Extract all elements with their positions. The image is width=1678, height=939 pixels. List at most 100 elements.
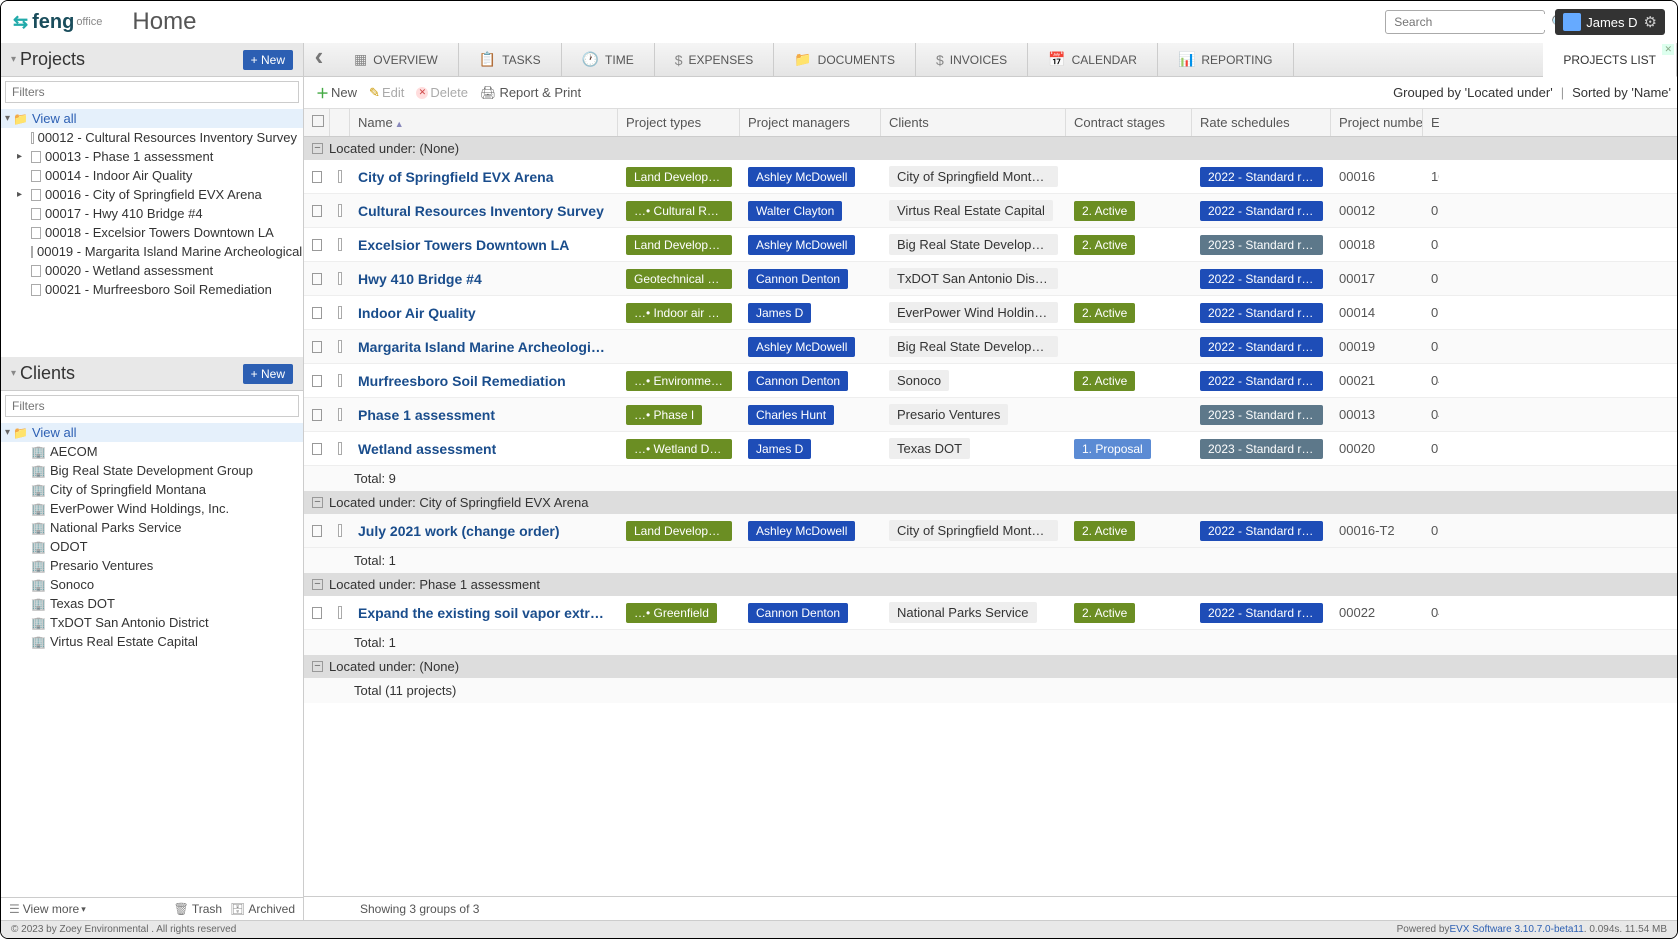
project-link[interactable]: Cultural Resources Inventory Survey xyxy=(358,203,604,219)
col-number[interactable]: Project number xyxy=(1331,109,1423,136)
client-tree-item[interactable]: 🏢ODOT xyxy=(1,537,303,556)
row-checkbox[interactable] xyxy=(312,607,322,619)
rate-tag[interactable]: 2022 - Standard rates xyxy=(1200,167,1323,187)
new-client-button[interactable]: + New xyxy=(243,364,293,384)
group-header[interactable]: −Located under: (None) xyxy=(304,137,1677,160)
client-tree-item[interactable]: 🏢National Parks Service xyxy=(1,518,303,537)
client-tag[interactable]: National Parks Service xyxy=(889,602,1037,623)
project-link[interactable]: Expand the existing soil vapor extractio… xyxy=(358,605,610,621)
row-checkbox[interactable] xyxy=(312,409,322,421)
row-checkbox[interactable] xyxy=(312,239,322,251)
report-print-button[interactable]: 🖨Report & Print xyxy=(474,83,587,103)
archived-button[interactable]: 🗄Archived xyxy=(230,902,295,916)
client-tree-item[interactable]: 🏢Big Real State Development Group xyxy=(1,461,303,480)
tab-calendar[interactable]: 📅CALENDAR xyxy=(1028,43,1158,76)
table-row[interactable]: Murfreesboro Soil Remediation…• Environm… xyxy=(304,364,1677,398)
client-tag[interactable]: Big Real State Development Grou xyxy=(889,336,1058,357)
project-link[interactable]: Wetland assessment xyxy=(358,441,496,457)
project-tree-item[interactable]: ▸00013 - Phase 1 assessment xyxy=(1,147,303,166)
manager-tag[interactable]: Cannon Denton xyxy=(748,603,848,623)
search-box[interactable]: 🔍 xyxy=(1385,10,1545,34)
table-row[interactable]: Margarita Island Marine Archeological Su… xyxy=(304,330,1677,364)
rate-tag[interactable]: 2022 - Standard rates xyxy=(1200,303,1323,323)
edit-button[interactable]: ✎Edit xyxy=(363,83,410,103)
col-clients[interactable]: Clients xyxy=(881,109,1066,136)
row-checkbox[interactable] xyxy=(312,341,322,353)
manager-tag[interactable]: Ashley McDowell xyxy=(748,521,855,541)
table-row[interactable]: Expand the existing soil vapor extractio… xyxy=(304,596,1677,630)
rate-tag[interactable]: 2022 - Standard rates xyxy=(1200,603,1323,623)
projects-filter-input[interactable] xyxy=(5,81,299,103)
project-tree-item[interactable]: 00019 - Margarita Island Marine Archeolo… xyxy=(1,242,303,261)
client-tag[interactable]: Presario Ventures xyxy=(889,404,1008,425)
table-row[interactable]: July 2021 work (change order)Land Develo… xyxy=(304,514,1677,548)
col-stages[interactable]: Contract stages xyxy=(1066,109,1192,136)
table-row[interactable]: Excelsior Towers Downtown LALand Develop… xyxy=(304,228,1677,262)
row-checkbox[interactable] xyxy=(312,273,322,285)
tab-tasks[interactable]: 📋TASKS xyxy=(459,43,562,76)
col-rates[interactable]: Rate schedules xyxy=(1192,109,1331,136)
tab-projects-list[interactable]: PROJECTS LIST✕ xyxy=(1543,43,1677,77)
group-header[interactable]: −Located under: City of Springfield EVX … xyxy=(304,491,1677,514)
client-tag[interactable]: EverPower Wind Holdings, Inc. xyxy=(889,302,1058,323)
group-header[interactable]: −Located under: Phase 1 assessment xyxy=(304,573,1677,596)
row-checkbox[interactable] xyxy=(312,443,322,455)
row-checkbox[interactable] xyxy=(312,205,322,217)
tab-documents[interactable]: 📁DOCUMENTS xyxy=(774,43,916,76)
project-link[interactable]: Hwy 410 Bridge #4 xyxy=(358,271,482,287)
close-tab-icon[interactable]: ✕ xyxy=(1662,44,1674,55)
row-checkbox[interactable] xyxy=(312,375,322,387)
project-link[interactable]: Excelsior Towers Downtown LA xyxy=(358,237,569,253)
manager-tag[interactable]: Walter Clayton xyxy=(748,201,842,221)
client-tree-item[interactable]: 🏢Presario Ventures xyxy=(1,556,303,575)
manager-tag[interactable]: Charles Hunt xyxy=(748,405,834,425)
project-tree-item[interactable]: 00021 - Murfreesboro Soil Remediation xyxy=(1,280,303,299)
delete-button[interactable]: ✕Delete xyxy=(410,83,474,102)
back-button[interactable]: ‹ xyxy=(304,43,334,76)
table-row[interactable]: Cultural Resources Inventory Survey…• Cu… xyxy=(304,194,1677,228)
table-row[interactable]: Wetland assessment…• Wetland DelineatioJ… xyxy=(304,432,1677,466)
col-name[interactable]: Name▲ xyxy=(350,109,618,136)
row-checkbox[interactable] xyxy=(312,307,322,319)
new-button[interactable]: ＋New xyxy=(310,81,363,104)
project-tree-item[interactable]: 00017 - Hwy 410 Bridge #4 xyxy=(1,204,303,223)
project-tree-item[interactable]: 00012 - Cultural Resources Inventory Sur… xyxy=(1,128,303,147)
tab-overview[interactable]: ▦OVERVIEW xyxy=(334,43,459,76)
project-tree-item[interactable]: ▸00016 - City of Springfield EVX Arena xyxy=(1,185,303,204)
client-tree-item[interactable]: 🏢City of Springfield Montana xyxy=(1,480,303,499)
manager-tag[interactable]: James D xyxy=(748,439,811,459)
client-tree-item[interactable]: 🏢Virtus Real Estate Capital xyxy=(1,632,303,651)
rate-tag[interactable]: 2022 - Standard rates xyxy=(1200,337,1323,357)
project-link[interactable]: City of Springfield EVX Arena xyxy=(358,169,554,185)
manager-tag[interactable]: Ashley McDowell xyxy=(748,337,855,357)
grouped-by-label[interactable]: Grouped by 'Located under' xyxy=(1393,85,1553,100)
row-checkbox[interactable] xyxy=(312,525,322,537)
view-more-button[interactable]: ☰View more▾ xyxy=(9,902,86,916)
project-link[interactable]: July 2021 work (change order) xyxy=(358,523,560,539)
table-row[interactable]: City of Springfield EVX ArenaLand Develo… xyxy=(304,160,1677,194)
client-tree-item[interactable]: 🏢Sonoco xyxy=(1,575,303,594)
rate-tag[interactable]: 2023 - Standard rates xyxy=(1200,405,1323,425)
project-link[interactable]: Phase 1 assessment xyxy=(358,407,495,423)
client-tag[interactable]: Sonoco xyxy=(889,370,949,391)
group-header[interactable]: −Located under: (None) xyxy=(304,655,1677,678)
project-link[interactable]: Margarita Island Marine Archeological Su… xyxy=(358,339,610,355)
client-tag[interactable]: TxDOT San Antonio District xyxy=(889,268,1058,289)
tab-expenses[interactable]: $EXPENSES xyxy=(655,43,775,76)
clients-panel-header[interactable]: ▾ Clients + New xyxy=(1,357,303,391)
col-managers[interactable]: Project managers xyxy=(740,109,881,136)
table-row[interactable]: Phase 1 assessment…• Phase ICharles Hunt… xyxy=(304,398,1677,432)
clients-view-all[interactable]: ▾📁 View all xyxy=(1,423,303,442)
trash-button[interactable]: 🗑Trash xyxy=(174,902,222,916)
clients-filter-input[interactable] xyxy=(5,395,299,417)
manager-tag[interactable]: James D xyxy=(748,303,811,323)
project-link[interactable]: Murfreesboro Soil Remediation xyxy=(358,373,566,389)
project-tree-item[interactable]: 00014 - Indoor Air Quality xyxy=(1,166,303,185)
select-all-checkbox[interactable] xyxy=(304,109,330,136)
projects-panel-header[interactable]: ▾ Projects + New xyxy=(1,43,303,77)
tab-reporting[interactable]: 📊REPORTING xyxy=(1158,43,1294,76)
new-project-button[interactable]: + New xyxy=(243,50,293,70)
client-tree-item[interactable]: 🏢EverPower Wind Holdings, Inc. xyxy=(1,499,303,518)
client-tag[interactable]: City of Springfield Montana xyxy=(889,520,1058,541)
user-menu[interactable]: James D ⚙ xyxy=(1555,9,1665,35)
